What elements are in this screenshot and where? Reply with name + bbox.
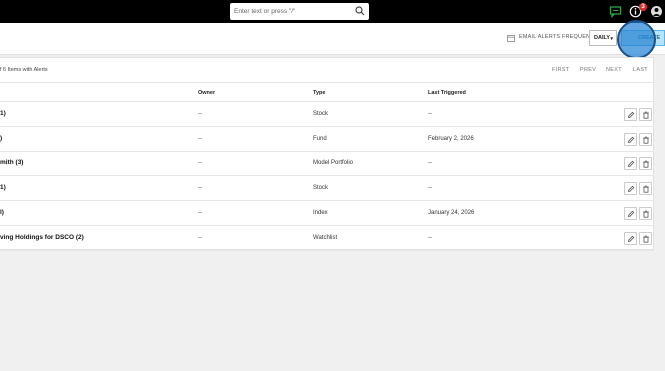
table-row[interactable]: 1) -- Stock -- — [0, 176, 654, 202]
row-name[interactable]: mith (3) — [0, 159, 23, 166]
row-type: Stock — [313, 111, 329, 117]
delete-button[interactable] — [639, 108, 652, 121]
row-owner: -- — [198, 209, 202, 216]
row-last-triggered: -- — [428, 185, 432, 192]
alerts-table: f 6 Items with Alerts FIRST PREV NEXT LA… — [0, 57, 654, 251]
row-owner: -- — [198, 135, 202, 142]
chat-icon[interactable] — [609, 5, 622, 18]
edit-button[interactable] — [624, 182, 637, 196]
calendar-icon — [507, 35, 515, 42]
row-last-triggered: -- — [428, 111, 432, 117]
row-name[interactable]: 1) — [0, 184, 6, 191]
table-row[interactable]: mith (3) -- Model Portfolio -- — [0, 151, 654, 177]
delete-button[interactable] — [639, 132, 652, 146]
top-bar: 3 — [0, 0, 665, 23]
pager-next[interactable]: NEXT — [606, 67, 622, 73]
row-name[interactable]: l) — [0, 209, 4, 216]
frequency-select[interactable]: DAILY ▾ — [589, 30, 617, 46]
frequency-value: DAILY — [594, 35, 610, 41]
email-alerts-label: EMAIL ALERTS FREQUENCY: — [519, 34, 600, 40]
table-row[interactable]: ) -- Fund February 2, 2026 — [0, 127, 654, 152]
row-type: Index — [313, 209, 328, 216]
edit-button[interactable] — [624, 206, 637, 220]
row-last-triggered: -- — [428, 160, 432, 167]
column-type[interactable]: Type — [313, 90, 325, 96]
row-owner: -- — [198, 185, 202, 192]
user-icon[interactable] — [650, 5, 663, 18]
search-icon[interactable] — [355, 6, 365, 16]
row-owner: -- — [198, 160, 202, 167]
delete-button[interactable] — [639, 157, 652, 171]
edit-button[interactable] — [624, 231, 637, 245]
row-type: Stock — [313, 185, 329, 192]
pager-prev[interactable]: PREV — [580, 67, 596, 73]
row-type: Fund — [313, 135, 327, 142]
pager-last[interactable]: LAST — [633, 67, 648, 73]
edit-button[interactable] — [624, 108, 637, 121]
search-input[interactable] — [234, 5, 352, 18]
notification-badge: 3 — [639, 3, 647, 11]
row-name[interactable]: 1) — [0, 110, 6, 117]
search-box[interactable] — [230, 3, 369, 20]
column-owner[interactable]: Owner — [198, 90, 215, 96]
row-type: Model Portfolio — [313, 160, 354, 167]
click-highlight — [617, 20, 656, 59]
delete-button[interactable] — [639, 182, 652, 196]
delete-button[interactable] — [639, 231, 652, 245]
page-toolbar: EMAIL ALERTS FREQUENCY: DAILY▾ CREATE — [0, 23, 665, 55]
row-owner: -- — [198, 234, 202, 241]
column-last-triggered[interactable]: Last Triggered — [428, 90, 466, 96]
table-row[interactable]: l) -- Index January 24, 2026 — [0, 201, 654, 226]
delete-button[interactable] — [639, 206, 652, 220]
row-last-triggered: January 24, 2026 — [428, 209, 475, 216]
table-header: Owner Type Last Triggered — [0, 82, 654, 102]
edit-button[interactable] — [624, 132, 637, 146]
row-name[interactable]: ) — [0, 135, 2, 142]
row-last-triggered: February 2, 2026 — [428, 135, 474, 142]
caret-down-icon: ▾ — [610, 36, 613, 42]
row-last-triggered: -- — [428, 234, 432, 241]
pager-first[interactable]: FIRST — [552, 67, 569, 73]
table-row[interactable]: ving Holdings for DSCO (2) -- Watchlist -- — [0, 226, 654, 251]
row-type: Watchlist — [313, 234, 338, 241]
table-row[interactable]: 1) -- Stock -- — [0, 102, 654, 127]
row-owner: -- — [198, 111, 202, 117]
items-summary: f 6 Items with Alerts — [0, 67, 48, 73]
edit-button[interactable] — [624, 157, 637, 171]
row-name[interactable]: ving Holdings for DSCO (2) — [0, 234, 84, 241]
